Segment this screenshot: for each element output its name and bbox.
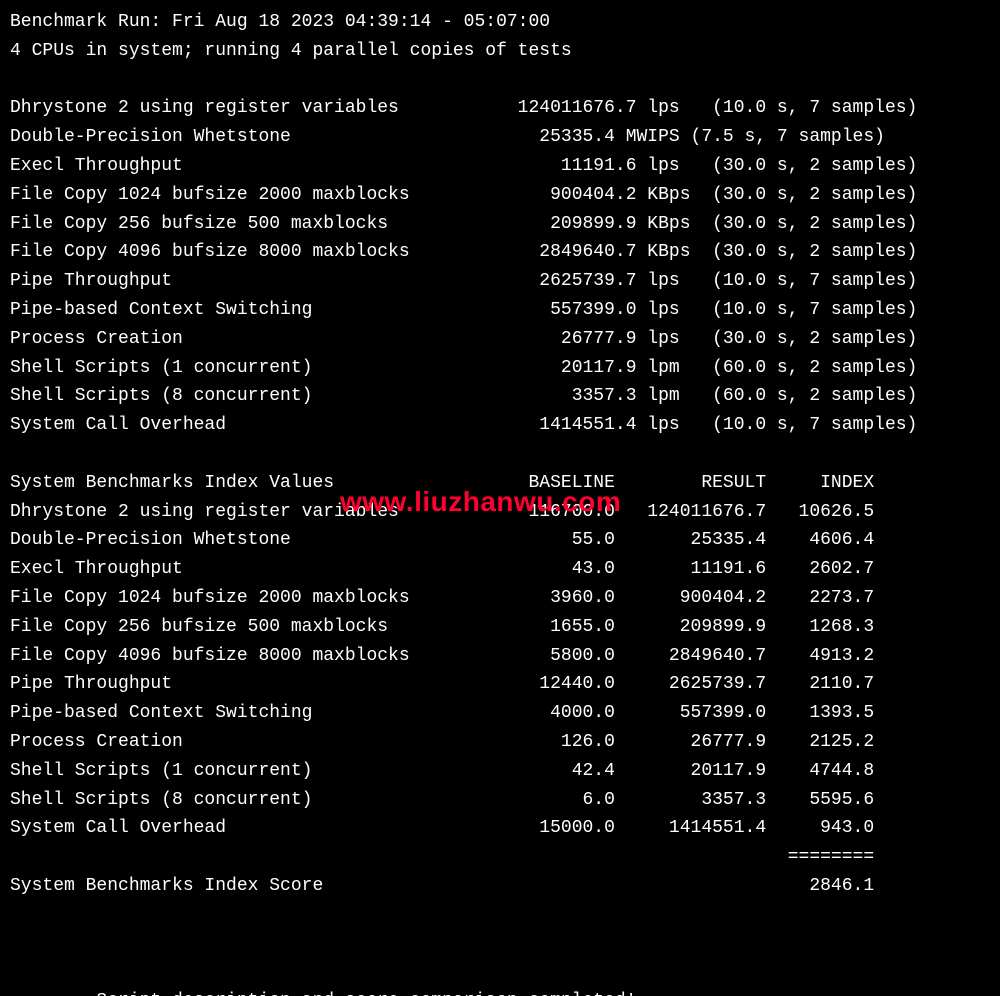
terminal-output: Benchmark Run: Fri Aug 18 2023 04:39:14 … (0, 0, 1000, 996)
